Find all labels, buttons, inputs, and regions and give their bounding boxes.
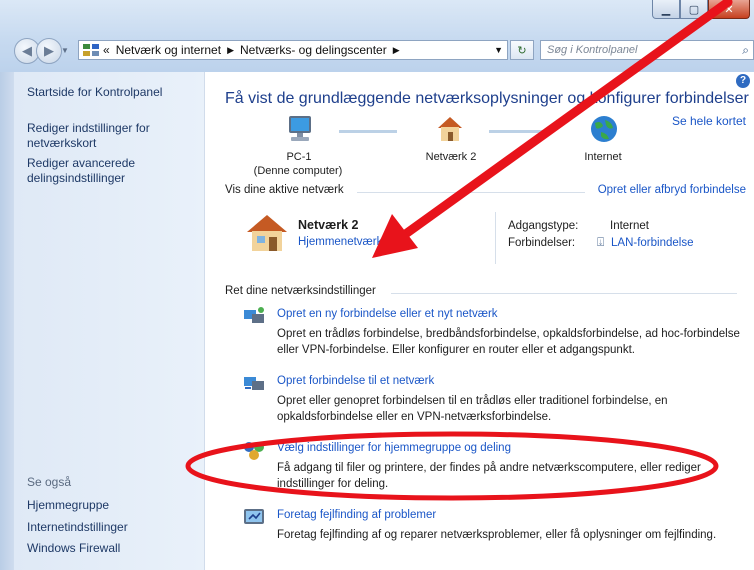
- navigation-bar: ◀ ▶ ▼ « Netværk og internet ▶ Netværks- …: [14, 38, 754, 64]
- breadcrumb-separator-icon[interactable]: ▶: [393, 45, 400, 56]
- network-house-icon: [438, 117, 462, 141]
- section-divider: [357, 192, 585, 193]
- section-divider: [391, 293, 737, 294]
- breadcrumb-network-internet[interactable]: Netværk og internet: [116, 43, 221, 57]
- internet-globe-icon: [591, 116, 617, 142]
- task-new-connection-desc: Opret en trådløs forbindelse, bredbåndsf…: [277, 328, 740, 356]
- link-internet-options[interactable]: Internetindstillinger: [27, 520, 197, 535]
- task-troubleshoot-desc: Foretag fejlfinding af og reparer netvær…: [277, 529, 717, 541]
- minimize-button[interactable]: ▁: [652, 0, 680, 19]
- address-dropdown-icon[interactable]: ▼: [494, 45, 503, 55]
- main-content: ? Få vist de grundlæggende netværksoplys…: [205, 72, 754, 570]
- computer-icon: [289, 116, 311, 141]
- change-settings-heading: Ret dine netværksindstillinger: [225, 285, 376, 297]
- map-node-internet-label: Internet: [584, 151, 622, 163]
- troubleshoot-icon: [244, 509, 264, 524]
- window-frame: [0, 72, 14, 570]
- search-input[interactable]: Søg i Kontrolpanel ⌕: [540, 40, 754, 60]
- access-type-value: Internet: [610, 220, 649, 232]
- task-homegroup-desc: Få adgang til filer og printere, der fin…: [277, 462, 701, 490]
- link-windows-firewall[interactable]: Windows Firewall: [27, 541, 197, 556]
- close-button[interactable]: ✕: [708, 0, 750, 19]
- link-control-panel-home[interactable]: Startside for Kontrolpanel: [27, 85, 197, 100]
- network-name: Netværk 2: [298, 218, 359, 232]
- task-connect-network-link[interactable]: Opret forbindelse til et netværk: [277, 375, 434, 387]
- access-type-label: Adgangstype:: [508, 220, 579, 232]
- task-homegroup-link[interactable]: Vælg indstillinger for hjemmegruppe og d…: [277, 442, 511, 454]
- task-troubleshoot-link[interactable]: Foretag fejlfinding af problemer: [277, 509, 436, 521]
- search-icon[interactable]: ⌕: [742, 43, 749, 58]
- task-connect-network-desc: Opret eller genopret forbindelsen til en…: [277, 395, 668, 423]
- map-node-pc-label: PC-1: [286, 151, 312, 163]
- lan-connection-link[interactable]: LAN-forbindelse: [611, 237, 693, 249]
- connect-network-icon: [244, 377, 264, 390]
- left-pane: Startside for Kontrolpanel Rediger indst…: [14, 72, 205, 570]
- address-bar[interactable]: « Netværk og internet ▶ Netværks- og del…: [78, 40, 508, 60]
- breadcrumb-network-sharing-center[interactable]: Netværks- og delingscenter: [240, 43, 387, 57]
- control-panel-icon: [83, 44, 99, 56]
- ethernet-icon: ⍗: [597, 235, 605, 249]
- recent-pages-dropdown[interactable]: ▼: [61, 46, 69, 55]
- connections-label: Forbindelser:: [508, 237, 576, 249]
- maximize-button[interactable]: ▢: [680, 0, 708, 19]
- homegroup-icon: [244, 442, 264, 460]
- help-icon[interactable]: ?: [736, 74, 750, 88]
- vertical-divider: [495, 212, 496, 264]
- active-networks-heading: Vis dine aktive netværk: [225, 184, 344, 196]
- map-node-pc-sublabel: (Denne computer): [253, 165, 343, 177]
- map-connector: [489, 130, 547, 133]
- map-connector: [339, 130, 397, 133]
- refresh-button[interactable]: ↻: [510, 40, 534, 60]
- connect-disconnect-link[interactable]: Opret eller afbryd forbindelse: [598, 184, 746, 196]
- see-full-map-link[interactable]: Se hele kortet: [672, 114, 746, 128]
- link-homegroup[interactable]: Hjemmegruppe: [27, 498, 197, 513]
- forward-button[interactable]: ▶: [36, 38, 62, 64]
- task-new-connection-link[interactable]: Opret en ny forbindelse eller et nyt net…: [277, 308, 498, 320]
- breadcrumb-overflow[interactable]: «: [103, 43, 110, 57]
- map-node-network-label: Netværk 2: [425, 151, 477, 163]
- network-type-link[interactable]: Hjemmenetværk: [298, 236, 382, 248]
- window-controls: ▁ ▢ ✕: [652, 0, 750, 19]
- window-titlebar: ▁ ▢ ✕ ◀ ▶ ▼ « Netværk og internet ▶ Netv…: [0, 0, 754, 73]
- link-change-adapter-settings[interactable]: Rediger indstillinger for netværkskort: [27, 121, 177, 151]
- forward-arrow-icon: ▶: [44, 43, 54, 58]
- search-placeholder: Søg i Kontrolpanel: [547, 44, 638, 56]
- back-arrow-icon: ◀: [22, 43, 32, 58]
- page-title: Få vist de grundlæggende netværksoplysni…: [225, 90, 749, 107]
- home-network-icon: [247, 215, 287, 251]
- see-also-heading: Se også: [27, 475, 72, 489]
- link-change-advanced-sharing[interactable]: Rediger avancerede delingsindstillinger: [27, 156, 177, 186]
- breadcrumb-separator-icon[interactable]: ▶: [227, 45, 234, 56]
- new-connection-icon: [244, 307, 264, 323]
- refresh-icon: ↻: [517, 44, 527, 57]
